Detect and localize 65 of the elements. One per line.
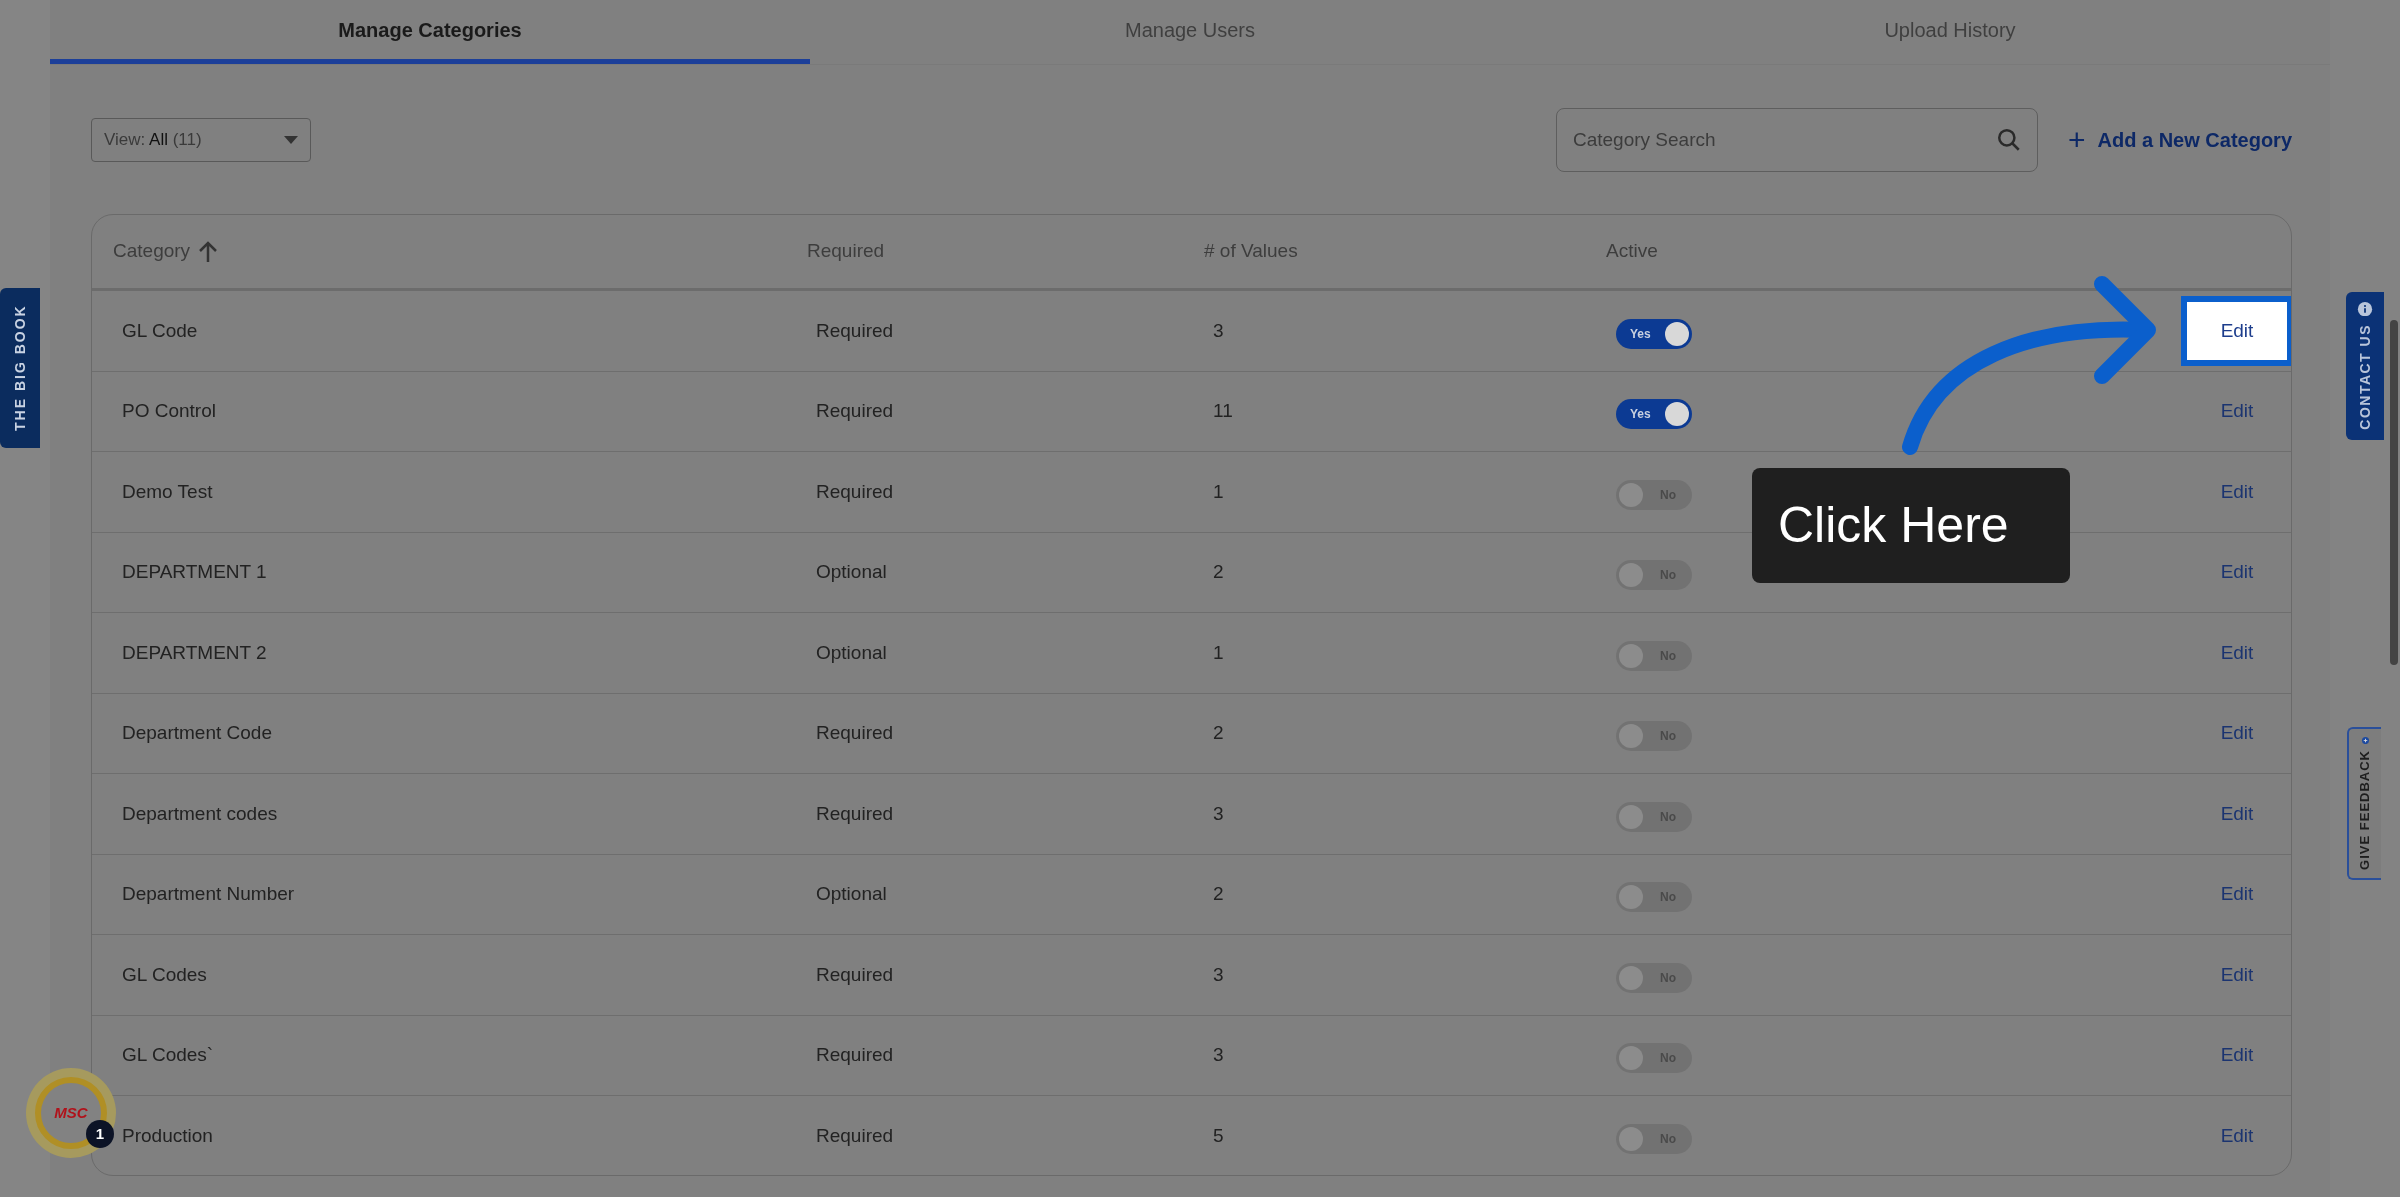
table-cell: 3 <box>1213 802 1224 824</box>
column-header[interactable]: # of Values <box>1204 237 1298 266</box>
table-cell: Required <box>816 1044 894 1065</box>
contact-us-tab[interactable]: CONTACT US <box>2346 292 2384 440</box>
edit-link[interactable]: Edit <box>2187 1107 2287 1166</box>
edit-link[interactable]: Edit <box>2187 1026 2287 1085</box>
table-cell: Production <box>122 1125 213 1146</box>
table-cell: Required <box>816 963 894 985</box>
view-filter-label: View: All (11) <box>104 129 202 152</box>
table-cell: DEPARTMENT 2 <box>122 641 267 663</box>
edit-link[interactable]: Edit <box>2187 945 2287 1004</box>
table-cell: 3 <box>1213 963 1224 985</box>
give-feedback-tab[interactable]: GIVE FEEDBACK <box>2347 727 2381 880</box>
table-cell: 2 <box>1213 883 1224 904</box>
table-cell: Required <box>816 1125 894 1146</box>
table-cell: GL Code <box>122 319 198 341</box>
table-cell: 3 <box>1213 1044 1224 1065</box>
caret-icon <box>284 136 298 144</box>
table-cell: Department codes <box>122 802 278 824</box>
edit-link[interactable]: Edit <box>2187 784 2287 843</box>
tab[interactable]: Upload History <box>1570 0 2330 64</box>
table-cell: 2 <box>1213 722 1224 743</box>
table-cell: 3 <box>1213 319 1224 341</box>
column-header[interactable]: Active <box>1606 237 1658 266</box>
table-cell: Required <box>816 722 894 743</box>
scrollbar-thumb[interactable] <box>2390 320 2398 665</box>
edit-link[interactable]: Edit <box>2187 543 2287 602</box>
active-toggle[interactable]: Yes <box>1616 399 1692 430</box>
table-cell: Required <box>816 802 894 824</box>
table-cell: Optional <box>816 561 887 582</box>
click-here-callout: Click Here <box>1752 468 2070 583</box>
table-cell: DEPARTMENT 1 <box>122 561 267 582</box>
add-category-button[interactable]: + Add a New Category <box>2068 125 2292 155</box>
table-cell: 5 <box>1213 1125 1224 1146</box>
table-cell: Department Number <box>122 883 295 904</box>
table-cell: Optional <box>816 883 887 904</box>
table-cell: 11 <box>1213 400 1233 421</box>
tab[interactable]: Manage Users <box>810 0 1570 64</box>
tab[interactable]: Manage Categories <box>50 0 810 64</box>
search-icon <box>1996 127 2022 153</box>
edit-link[interactable]: Edit <box>2187 704 2287 763</box>
search-field[interactable]: Category Search <box>1556 108 2038 172</box>
logo: MSC <box>54 1102 88 1123</box>
column-header[interactable]: Category <box>113 237 191 266</box>
edit-link[interactable]: Edit <box>2187 865 2287 924</box>
edit-link[interactable]: Edit <box>2187 462 2287 521</box>
active-toggle[interactable]: Yes <box>1616 318 1692 349</box>
column-header[interactable]: Required <box>807 237 885 266</box>
table-cell: GL Codes` <box>122 1044 214 1065</box>
big-book-tab[interactable]: THE BIG BOOK <box>0 288 40 448</box>
view-dropdown[interactable]: View: All (11) <box>91 118 311 162</box>
table-cell: Optional <box>816 641 887 663</box>
table-cell: Required <box>816 319 894 341</box>
table-cell: Demo Test <box>122 480 213 502</box>
table-cell: 1 <box>1213 641 1224 663</box>
table-cell: 2 <box>1213 561 1224 582</box>
table-cell: Department Code <box>122 722 272 743</box>
edit-link[interactable]: Edit <box>2187 623 2287 682</box>
edit-link[interactable]: Edit <box>2187 382 2287 441</box>
table-cell: PO Control <box>122 400 216 421</box>
table-cell: Required <box>816 480 894 502</box>
table-cell: Required <box>816 400 894 421</box>
table-cell: 1 <box>1213 480 1224 502</box>
info-icon <box>2357 302 2373 317</box>
table-cell: GL Codes <box>122 963 207 985</box>
